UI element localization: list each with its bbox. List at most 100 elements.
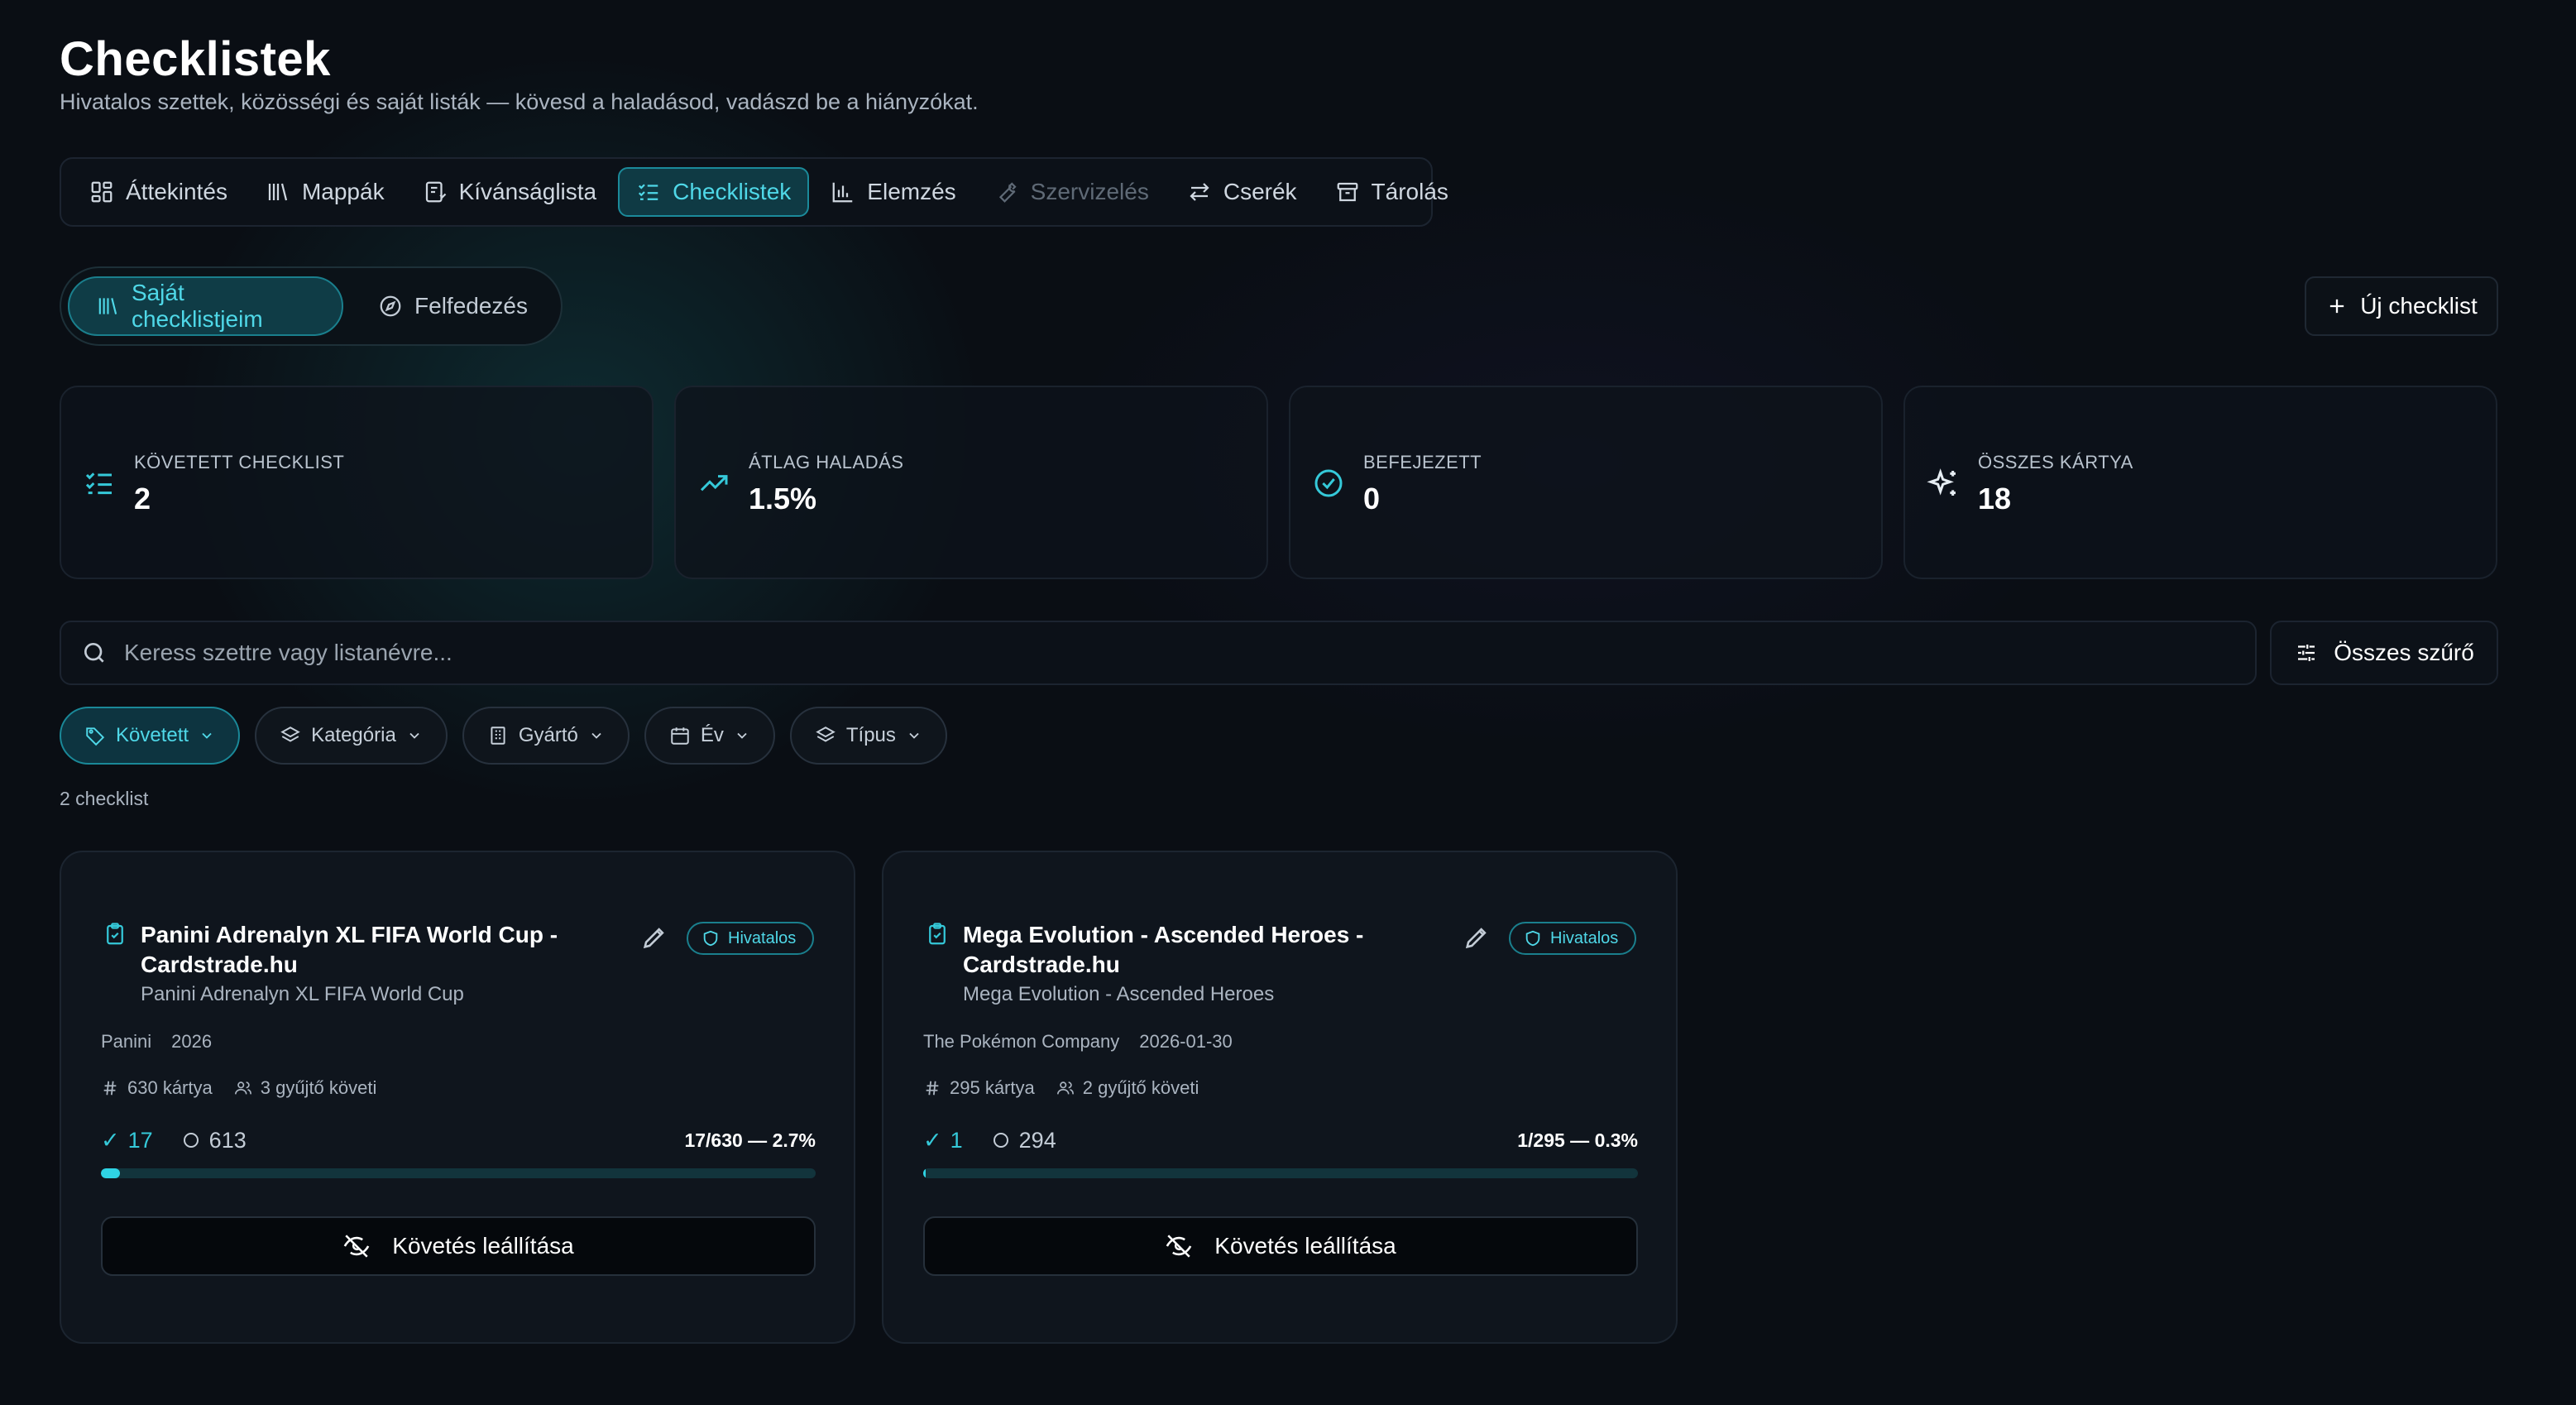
stat-completed: BEFEJEZETT 0 <box>1289 386 1883 579</box>
sparkles-icon <box>1927 468 1956 496</box>
chip-manufacturer[interactable]: Gyártó <box>462 707 630 765</box>
stop-following-label: Követés leállítása <box>1214 1233 1396 1259</box>
shield-icon <box>703 930 718 947</box>
chip-type[interactable]: Típus <box>789 707 947 765</box>
tab-label: Szervizelés <box>1030 179 1149 204</box>
official-badge: Hivatalos <box>1509 922 1637 955</box>
stat-value: 2 <box>134 482 151 515</box>
chip-followed[interactable]: Követett <box>60 707 241 765</box>
card-followers-text: 3 gyűjtő követi <box>260 1077 377 1098</box>
card-meta: Panini 2026 <box>101 1031 212 1053</box>
stat-tracked: KÖVETETT CHECKLIST 2 <box>60 386 654 579</box>
card-subtitle: Panini Adrenalyn XL FIFA World Cup <box>141 983 464 1005</box>
tab-overview[interactable]: Áttekintés <box>73 167 244 217</box>
calendar-icon <box>671 727 689 745</box>
chip-label: Év <box>700 724 724 746</box>
stop-following-label: Követés leállítása <box>392 1233 574 1259</box>
my-checklists-button[interactable]: Saját checklistjeim <box>68 276 344 336</box>
progress-bar <box>101 1168 816 1178</box>
owned-value: 17 <box>127 1127 153 1153</box>
badge-label: Hivatalos <box>728 928 797 947</box>
result-count: 2 checklist <box>60 788 149 809</box>
tab-label: Checklistek <box>673 179 792 204</box>
card-publisher: Panini <box>101 1031 152 1052</box>
owned-count: ✓ 1 <box>923 1127 963 1153</box>
checklist-card[interactable]: Panini Adrenalyn XL FIFA World Cup - Car… <box>60 851 855 1344</box>
shield-icon <box>1525 930 1540 947</box>
page-title: Checklistek <box>60 32 331 86</box>
tab-label: Kívánságlista <box>458 179 597 204</box>
tab-storage[interactable]: Tárolás <box>1319 167 1465 217</box>
tab-checklists[interactable]: Checklistek <box>618 167 810 217</box>
circle-icon <box>183 1133 199 1148</box>
library-icon <box>268 183 288 201</box>
clipboard-check-icon <box>107 923 123 945</box>
circle-icon <box>993 1133 1008 1148</box>
stat-value: 0 <box>1363 482 1381 515</box>
card-count: 630 kártya <box>101 1077 213 1099</box>
checklist-icon <box>639 184 658 200</box>
tab-label: Elemzés <box>867 179 956 204</box>
card-date: 2026 <box>171 1031 213 1052</box>
new-checklist-button[interactable]: Új checklist <box>2305 276 2498 336</box>
tab-analytics[interactable]: Elemzés <box>814 167 972 217</box>
tag-icon <box>86 727 105 746</box>
trending-up-icon <box>700 475 728 492</box>
stop-following-button[interactable]: Követés leállítása <box>101 1216 816 1276</box>
progress-bar <box>923 1168 1638 1178</box>
card-title: Panini Adrenalyn XL FIFA World Cup - Car… <box>141 922 558 977</box>
chevron-down-icon <box>909 732 919 739</box>
hash-icon <box>103 1081 117 1096</box>
progress-fill <box>923 1168 926 1178</box>
chip-year[interactable]: Év <box>644 707 775 765</box>
chip-category[interactable]: Kategória <box>255 707 448 765</box>
card-progress-row: ✓ 17 613 17/630 — 2.7% <box>101 1125 816 1155</box>
tab-service[interactable]: Szervizelés <box>978 167 1166 217</box>
all-filters-button[interactable]: Összes szűrő <box>2270 621 2498 685</box>
tab-folders[interactable]: Mappák <box>249 167 401 217</box>
search-icon <box>84 643 104 663</box>
page-subtitle: Hivatalos szettek, közösségi és saját li… <box>60 89 979 114</box>
stat-label: ÁTLAG HALADÁS <box>749 452 904 472</box>
discover-button[interactable]: Felfedezés <box>352 276 554 336</box>
chip-label: Típus <box>845 724 896 746</box>
stat-label: KÖVETETT CHECKLIST <box>134 452 345 472</box>
pencil-icon[interactable] <box>640 923 668 952</box>
card-count-text: 295 kártya <box>950 1077 1035 1098</box>
progress-text: 17/630 — 2.7% <box>684 1129 816 1151</box>
search-input[interactable] <box>122 639 2255 667</box>
checklist-card[interactable]: Mega Evolution - Ascended Heroes - Cards… <box>882 851 1678 1344</box>
users-icon <box>234 1081 251 1095</box>
chip-label: Kategória <box>311 724 396 746</box>
chevron-down-icon <box>591 732 601 739</box>
compass-icon <box>380 295 401 317</box>
missing-value: 294 <box>1018 1127 1056 1153</box>
missing-value: 613 <box>208 1127 247 1153</box>
list-check-icon <box>85 472 112 495</box>
card-followers: 2 gyűjtő követi <box>1056 1077 1199 1099</box>
bar-chart-icon <box>832 182 853 203</box>
archive-icon <box>1337 182 1357 202</box>
view-switch: Saját checklistjeim Felfedezés <box>60 266 563 346</box>
tab-trades[interactable]: Cserék <box>1171 167 1314 217</box>
hash-icon <box>926 1081 939 1096</box>
card-publisher: The Pokémon Company <box>923 1031 1120 1052</box>
eye-off-icon <box>1166 1235 1192 1258</box>
layers-icon <box>816 726 836 742</box>
stop-following-button[interactable]: Követés leállítása <box>923 1216 1638 1276</box>
clipboard-check-icon <box>929 923 946 945</box>
discover-label: Felfedezés <box>414 293 528 319</box>
tab-label: Mappák <box>301 179 385 204</box>
card-subtitle: Mega Evolution - Ascended Heroes <box>963 983 1275 1005</box>
card-followers-text: 2 gyűjtő követi <box>1082 1077 1199 1098</box>
card-stats: 630 kártya 3 gyűjtő követi <box>101 1077 376 1099</box>
stat-average-progress: ÁTLAG HALADÁS 1.5% <box>674 386 1268 579</box>
card-progress-row: ✓ 1 294 1/295 — 0.3% <box>923 1125 1638 1155</box>
tab-wishlist[interactable]: Kívánságlista <box>406 167 614 217</box>
pencil-icon[interactable] <box>1463 923 1491 952</box>
card-title: Mega Evolution - Ascended Heroes - Cards… <box>963 922 1364 977</box>
card-meta: The Pokémon Company 2026-01-30 <box>923 1031 1233 1053</box>
chevron-down-icon <box>737 732 747 739</box>
library-icon <box>98 298 117 314</box>
card-date: 2026-01-30 <box>1139 1031 1233 1052</box>
